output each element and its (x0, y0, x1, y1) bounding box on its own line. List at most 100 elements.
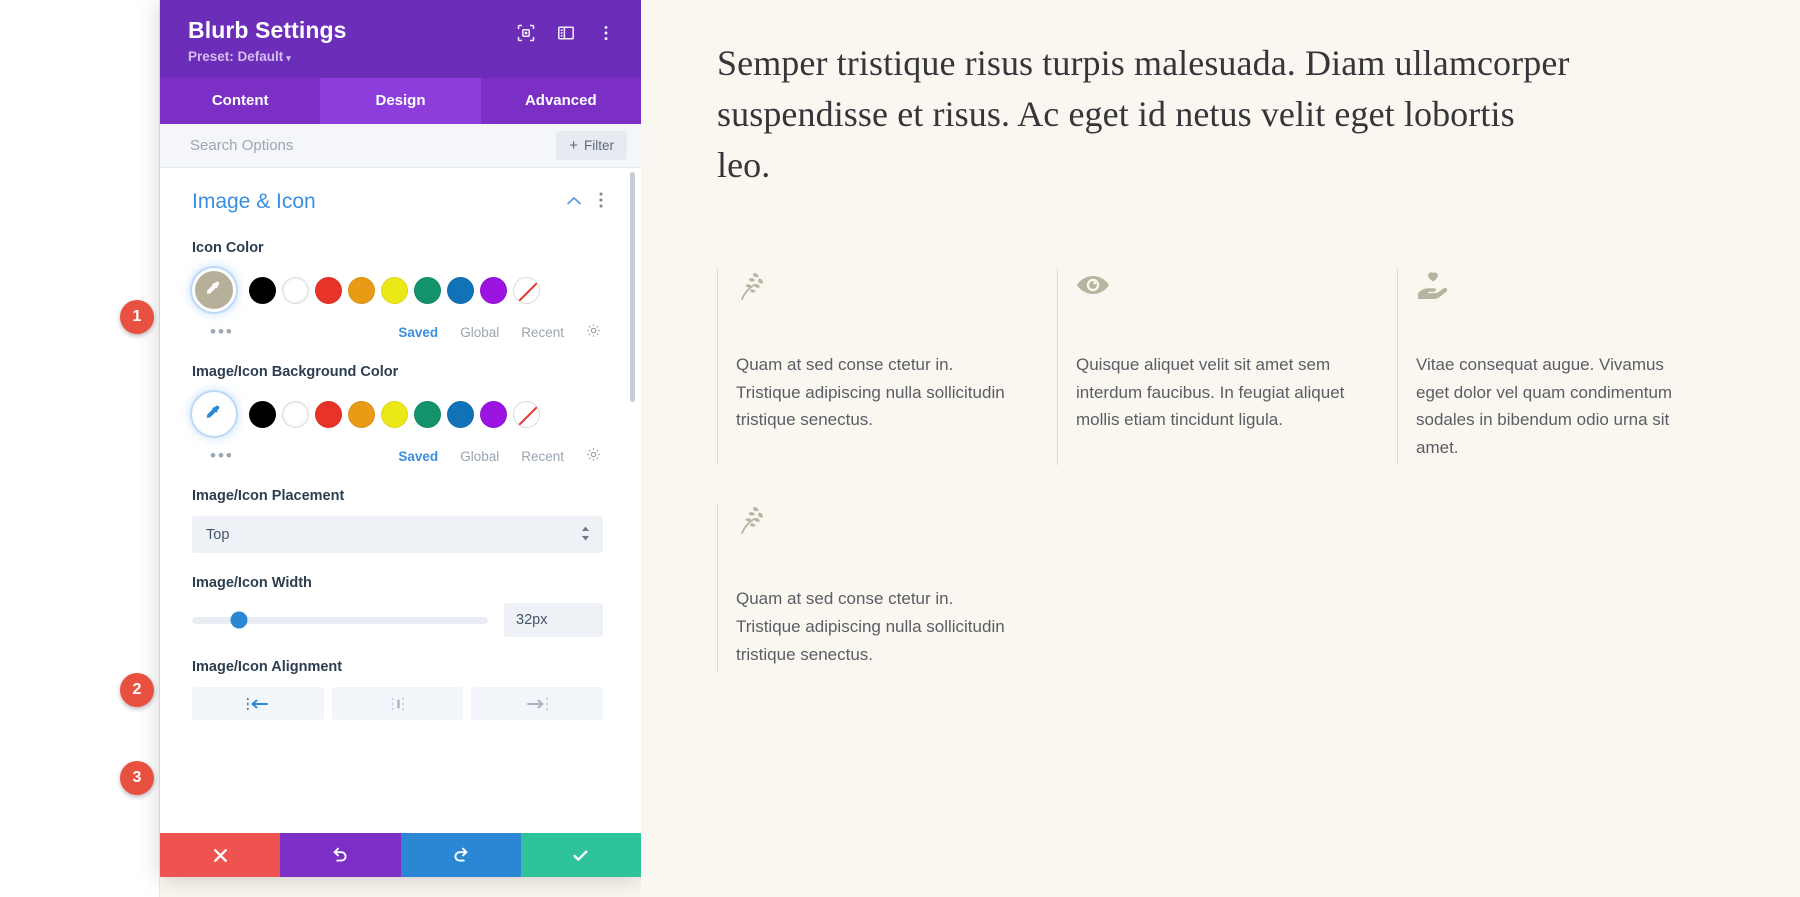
bg-color-palette-tabs: Saved Global Recent (398, 447, 601, 466)
swatch-orange[interactable] (348, 276, 375, 304)
bg-color-meta: ••• Saved Global Recent (192, 446, 603, 466)
filter-button[interactable]: + Filter (556, 131, 627, 161)
settings-scroll-area: Image & Icon Icon Color ••• Saved Global… (160, 168, 641, 833)
swatch-purple[interactable] (480, 276, 507, 304)
section-menu-icon[interactable] (599, 192, 603, 212)
swatch-purple[interactable] (480, 400, 507, 428)
field-bg-color: Image/Icon Background Color ••• Saved Gl… (192, 364, 603, 466)
check-icon (573, 849, 588, 861)
swatch-yellow[interactable] (381, 400, 408, 428)
bg-color-more-icon[interactable]: ••• (210, 446, 234, 466)
undo-button[interactable] (280, 833, 401, 877)
align-center-icon (391, 697, 404, 710)
bg-color-swatches (192, 392, 603, 437)
swatch-red[interactable] (315, 400, 342, 428)
eyedropper-icon (206, 282, 220, 295)
cancel-button[interactable] (160, 833, 281, 877)
search-bar: + Filter (160, 124, 641, 169)
icon-color-palette-tabs: Saved Global Recent (398, 323, 601, 342)
icon-color-more-icon[interactable]: ••• (210, 322, 234, 342)
modal-footer (160, 833, 641, 877)
redo-button[interactable] (400, 833, 521, 877)
page-content: Semper tristique risus turpis malesuada.… (641, 0, 1800, 897)
placement-label: Image/Icon Placement (192, 488, 345, 505)
blurb-settings-modal: Blurb Settings Preset: Default ▾ Content… (160, 0, 641, 877)
palette-tab-recent[interactable]: Recent (521, 325, 564, 340)
swatch-blue[interactable] (447, 276, 474, 304)
tab-advanced[interactable]: Advanced (480, 78, 641, 125)
palette-tab-saved[interactable]: Saved (398, 449, 438, 464)
swatch-black[interactable] (249, 276, 276, 304)
swatch-transparent[interactable] (513, 400, 540, 428)
blurb-item: Quam at sed conse ctetur in. Tristique a… (717, 503, 1057, 673)
screen-root: Blurb Settings Preset: Default ▾ Content… (0, 0, 1800, 897)
tab-design[interactable]: Design (320, 78, 481, 125)
gear-icon[interactable] (586, 447, 601, 466)
chevron-up-icon[interactable] (566, 194, 582, 210)
swatch-transparent[interactable] (513, 276, 540, 304)
placement-select[interactable]: Top (192, 516, 603, 554)
align-left-icon (246, 697, 268, 710)
layout-panel-icon[interactable] (557, 24, 575, 42)
step-marker-2: 2 (120, 673, 154, 707)
eye-icon (1076, 269, 1353, 301)
modal-header: Blurb Settings Preset: Default ▾ (160, 0, 641, 79)
section-image-icon-header: Image & Icon (192, 190, 603, 214)
leaf-branch-icon (736, 503, 1013, 535)
icon-color-swatches (192, 268, 603, 313)
save-button[interactable] (520, 833, 641, 877)
blurb-grid: Quam at sed conse ctetur in. Tristique a… (717, 269, 1737, 673)
placement-select-wrap: Top (192, 516, 603, 554)
tab-content[interactable]: Content (160, 78, 321, 125)
swatch-yellow[interactable] (381, 276, 408, 304)
intro-paragraph: Semper tristique risus turpis malesuada.… (717, 43, 1570, 186)
width-value: 32px (516, 612, 548, 629)
blurb-item: Vitae consequat augue. Vivamus eget dolo… (1397, 269, 1737, 466)
swatch-orange[interactable] (348, 400, 375, 428)
align-left-button[interactable] (192, 687, 324, 721)
preset-label: Preset: Default (188, 49, 284, 65)
alignment-label: Image/Icon Alignment (192, 659, 343, 676)
field-icon-color: Icon Color ••• Saved Global Recent (192, 240, 603, 342)
width-slider-thumb[interactable] (230, 611, 248, 629)
bg-color-label: Image/Icon Background Color (192, 364, 399, 381)
icon-color-meta: ••• Saved Global Recent (192, 322, 603, 342)
blurb-item: Quam at sed conse ctetur in. Tristique a… (717, 269, 1057, 466)
step-marker-1: 1 (120, 300, 154, 334)
width-slider[interactable] (192, 611, 488, 629)
blurb-text: Quam at sed conse ctetur in. Tristique a… (736, 355, 1005, 430)
palette-tab-recent[interactable]: Recent (521, 449, 564, 464)
eyedropper-icon (206, 406, 220, 419)
swatch-black[interactable] (249, 400, 276, 428)
swatch-white[interactable] (282, 400, 309, 428)
align-center-button[interactable] (331, 687, 464, 721)
align-right-button[interactable] (471, 687, 604, 721)
width-value-input[interactable]: 32px (504, 603, 603, 638)
gear-icon[interactable] (586, 323, 601, 342)
leaf-branch-icon (736, 269, 1013, 301)
scrollbar-track[interactable] (630, 168, 638, 833)
chevron-down-icon: ▾ (286, 53, 291, 64)
swatch-red[interactable] (315, 276, 342, 304)
palette-tab-global[interactable]: Global (460, 325, 499, 340)
scrollbar-thumb[interactable] (630, 172, 635, 403)
swatch-white[interactable] (282, 276, 309, 304)
bg-color-picker[interactable] (192, 392, 236, 437)
focus-icon[interactable] (517, 24, 535, 42)
vertical-dots-icon[interactable] (597, 24, 615, 42)
alignment-buttons (192, 687, 604, 721)
swatch-green[interactable] (414, 400, 441, 428)
step-marker-3: 3 (120, 761, 154, 795)
search-input[interactable] (190, 137, 557, 155)
palette-tab-global[interactable]: Global (460, 449, 499, 464)
width-slider-row: 32px (192, 603, 603, 638)
icon-color-label: Icon Color (192, 240, 264, 257)
icon-color-picker[interactable] (192, 268, 236, 313)
blurb-text: Quisque aliquet velit sit amet sem inter… (1076, 355, 1345, 430)
swatch-blue[interactable] (447, 400, 474, 428)
section-title: Image & Icon (192, 190, 316, 214)
preset-selector[interactable]: Preset: Default ▾ (188, 49, 347, 64)
swatch-green[interactable] (414, 276, 441, 304)
palette-tab-saved[interactable]: Saved (398, 325, 438, 340)
placement-value: Top (206, 526, 230, 543)
